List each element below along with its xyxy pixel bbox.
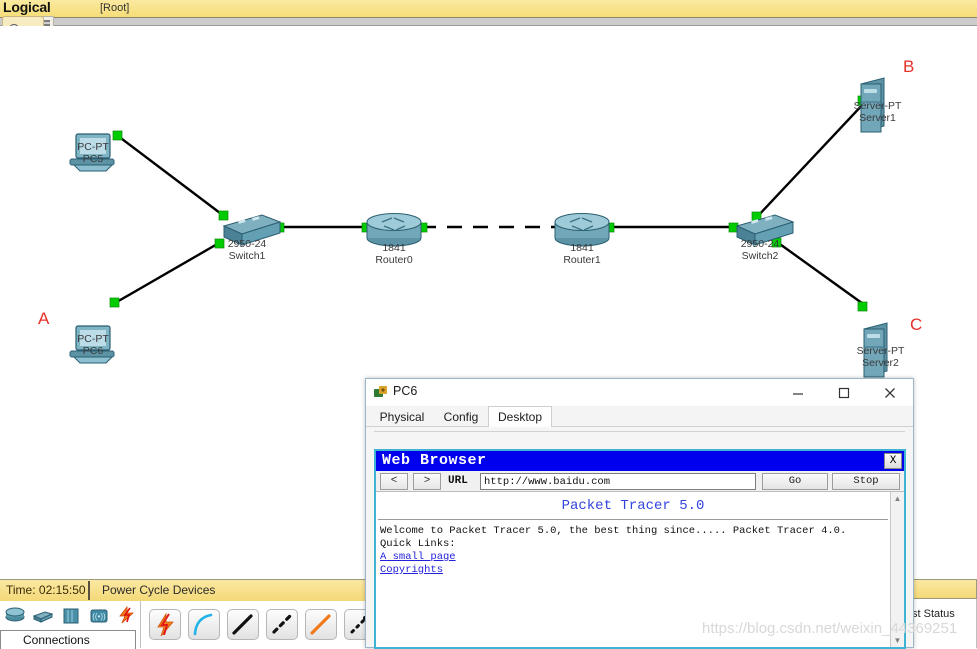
svg-text:((•)): ((•))	[92, 612, 106, 621]
routers-group-icon[interactable]	[4, 605, 26, 625]
hubs-group-icon[interactable]	[60, 605, 82, 625]
dialog-title-bar[interactable]: PC6	[366, 379, 913, 406]
page-welcome-text: Welcome to Packet Tracer 5.0, the best t…	[380, 525, 847, 537]
link-a-small-page[interactable]: A small page	[380, 551, 456, 563]
wireless-group-icon[interactable]: ((•))	[88, 605, 110, 625]
device-type-switch1: 2950-24	[227, 238, 267, 250]
device-label-router1: 1841 Router1	[552, 242, 612, 266]
device-type-group: ((•))	[4, 605, 138, 625]
copper-straight-cable-icon[interactable]	[227, 609, 259, 640]
fiber-cable-icon[interactable]	[305, 609, 337, 640]
scroll-down-arrow-icon[interactable]: ▼	[891, 634, 904, 647]
device-type-server1: Server-PT	[853, 100, 902, 112]
packet-tracer-icon	[374, 386, 388, 399]
device-name-server2: Server2	[862, 357, 899, 369]
breadcrumb-root: [Root]	[100, 2, 130, 14]
device-label-switch1: 2950-24 Switch1	[212, 238, 282, 262]
connections-text: Connections	[23, 633, 90, 647]
device-type-router1: 1841	[570, 242, 594, 254]
device-type-pc6: PC-PT	[77, 333, 109, 345]
right-panel-body	[908, 599, 977, 648]
right-panel-header	[908, 579, 977, 599]
last-status-column-header: st Status	[912, 608, 955, 620]
copper-crossover-cable-icon[interactable]	[266, 609, 298, 640]
device-name-switch1: Switch1	[228, 250, 266, 262]
content-separator	[374, 431, 905, 432]
device-name-router1: Router1	[563, 254, 601, 266]
page-heading: Packet Tracer 5.0	[561, 498, 705, 514]
tab-physical[interactable]: Physical	[370, 406, 434, 428]
simulation-time: Time: 02:15:50	[6, 583, 86, 597]
annotation-marker-c: C	[910, 315, 923, 334]
view-mode-bar: Logical [Root]	[0, 0, 977, 18]
device-type-server2: Server-PT	[856, 345, 905, 357]
tab-config[interactable]: Config	[434, 406, 488, 428]
power-cycle-devices-button[interactable]: Power Cycle Devices	[102, 583, 215, 597]
device-name-router0: Router0	[375, 254, 413, 266]
web-page-content: Packet Tracer 5.0 Welcome to Packet Trac…	[376, 492, 904, 647]
switches-group-icon[interactable]	[32, 605, 54, 625]
device-label-router0: 1841 Router0	[364, 242, 424, 266]
url-input[interactable]: http://www.baidu.com	[480, 473, 756, 490]
web-page-scrollbar[interactable]: ▲ ▼	[890, 492, 904, 647]
stop-button[interactable]: Stop	[832, 473, 900, 490]
go-button[interactable]: Go	[762, 473, 828, 490]
tab-logical[interactable]: Logical	[0, 0, 57, 17]
url-label: URL	[448, 475, 468, 487]
device-dialog-pc6[interactable]: PC6 Physical Config Desktop Web Browser …	[365, 378, 914, 649]
toolbar-divider	[0, 18, 977, 26]
device-name-pc5: PC5	[82, 153, 104, 165]
device-name-server1: Server1	[859, 112, 896, 124]
device-type-pc5: PC-PT	[77, 141, 109, 153]
connections-category-label: Connections	[0, 630, 136, 649]
dialog-title-text: PC6	[393, 384, 418, 398]
close-button[interactable]	[867, 379, 913, 406]
device-label-switch2: 2950-24 Switch2	[725, 238, 795, 262]
device-type-router0: 1841	[382, 242, 406, 254]
device-label-pc6: PC-PT PC6	[63, 333, 123, 357]
device-label-server2: Server-PT Server2	[843, 345, 918, 369]
console-cable-icon[interactable]	[188, 609, 220, 640]
device-type-switch2: 2950-24	[740, 238, 780, 250]
quick-links-label: Quick Links:	[380, 538, 456, 550]
connections-group-icon[interactable]	[116, 605, 138, 625]
device-name-pc6: PC6	[82, 345, 104, 357]
web-browser-title: Web Browser	[382, 452, 487, 469]
forward-button[interactable]: >	[413, 473, 441, 490]
annotation-marker-b: B	[903, 57, 915, 76]
maximize-button[interactable]	[821, 379, 867, 406]
web-browser-toolbar: < > URL http://www.baidu.com Go Stop	[376, 471, 904, 492]
device-label-pc5: PC-PT PC5	[63, 141, 123, 165]
device-name-switch2: Switch2	[741, 250, 779, 262]
web-browser-close-button[interactable]: X	[884, 453, 902, 469]
tab-desktop[interactable]: Desktop	[488, 406, 552, 428]
minimize-button[interactable]	[775, 379, 821, 406]
web-browser-title-bar: Web Browser X	[376, 451, 904, 471]
status-divider	[88, 581, 90, 600]
automatic-cable-icon[interactable]	[149, 609, 181, 640]
dialog-tab-strip: Physical Config Desktop	[366, 406, 913, 428]
page-rule	[378, 519, 888, 520]
web-browser-window[interactable]: Web Browser X < > URL http://www.baidu.c…	[374, 449, 906, 649]
back-button[interactable]: <	[380, 473, 408, 490]
scroll-up-arrow-icon[interactable]: ▲	[891, 492, 904, 505]
link-copyrights[interactable]: Copyrights	[380, 564, 443, 576]
annotation-marker-a: A	[38, 309, 50, 328]
device-label-server1: Server-PT Server1	[840, 100, 915, 124]
